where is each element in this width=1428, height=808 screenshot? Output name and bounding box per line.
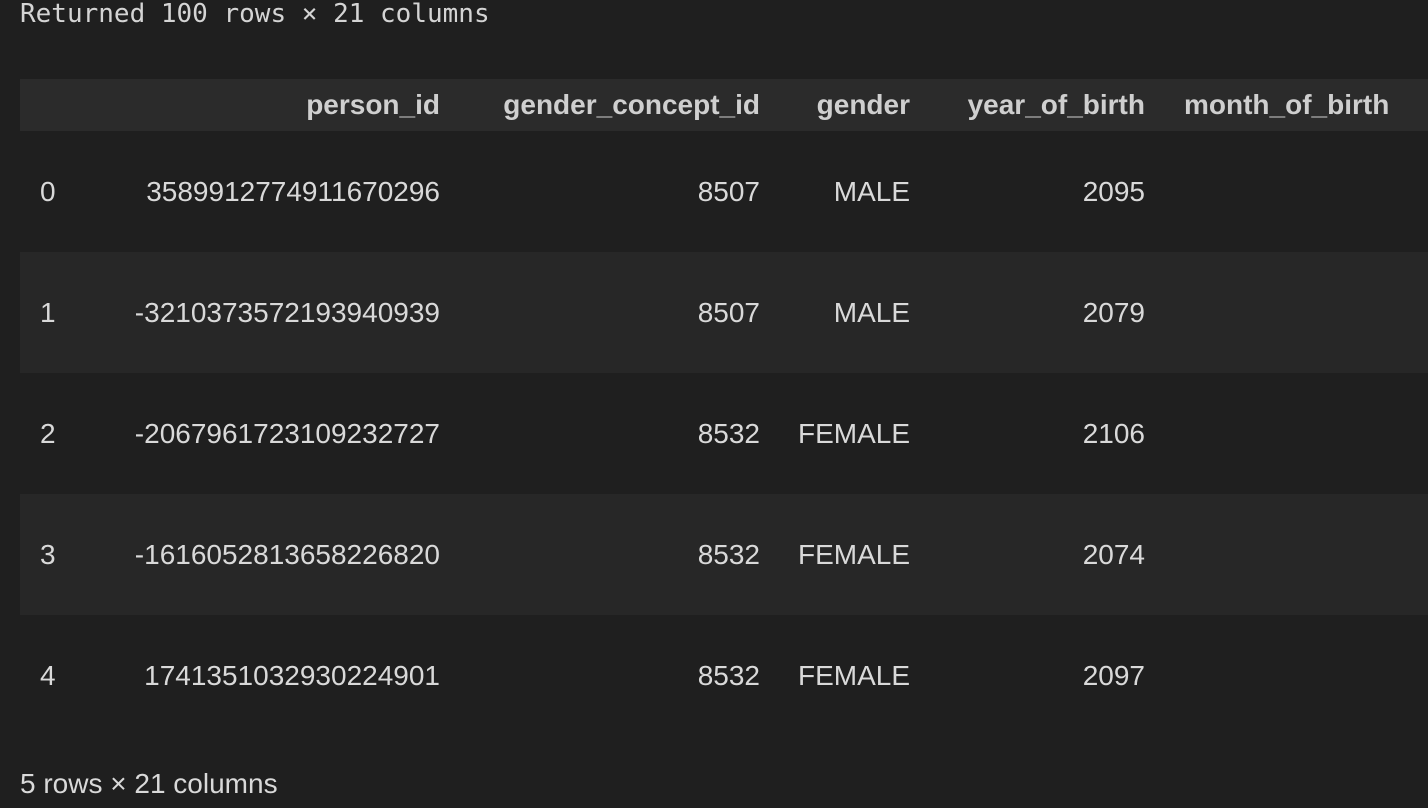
row-index: 0 (40, 175, 56, 207)
cell-year-of-birth: 2079 (1082, 296, 1145, 328)
cell-person-id: -1616052813658226820 (134, 538, 440, 570)
cell-year-of-birth: 2074 (1082, 538, 1145, 570)
cell-year-of-birth: 2106 (1082, 417, 1145, 449)
cell-person-id: 1741351032930224901 (144, 659, 440, 691)
cell-person-id: -3210373572193940939 (134, 296, 440, 328)
row-index: 1 (40, 296, 56, 328)
table-row: 2 -2067961723109232727 8532 FEMALE 2106 (20, 373, 1428, 494)
column-header-gender: gender (816, 89, 910, 120)
table-row: 0 3589912774911670296 8507 MALE 2095 (20, 131, 1428, 252)
cell-month-of-birth (1145, 615, 1428, 736)
column-header-person-id: person_id (306, 89, 440, 120)
query-summary: Returned 100 rows × 21 columns (20, 0, 490, 29)
column-header-month-of-birth: month_of_birth (1184, 89, 1390, 120)
cell-year-of-birth: 2097 (1082, 659, 1145, 691)
row-index: 4 (40, 659, 56, 691)
table-row: 3 -1616052813658226820 8532 FEMALE 2074 (20, 494, 1428, 615)
dataframe-table: person_id gender_concept_id gender year_… (20, 79, 1428, 736)
column-header-year-of-birth: year_of_birth (967, 89, 1145, 120)
table-row: 1 -3210373572193940939 8507 MALE 2079 (20, 252, 1428, 373)
cell-gender: FEMALE (797, 417, 910, 449)
cell-gender-concept-id: 8532 (697, 538, 760, 570)
cell-month-of-birth (1145, 252, 1428, 373)
table-row: 4 1741351032930224901 8532 FEMALE 2097 (20, 615, 1428, 736)
table-shape-footer: 5 rows × 21 columns (20, 768, 278, 799)
cell-month-of-birth (1145, 494, 1428, 615)
cell-gender: FEMALE (797, 538, 910, 570)
row-index: 3 (40, 538, 56, 570)
cell-gender: FEMALE (797, 659, 910, 691)
cell-gender-concept-id: 8532 (697, 659, 760, 691)
column-header-index (20, 79, 80, 131)
cell-gender-concept-id: 8507 (697, 296, 760, 328)
column-header-gender-concept-id: gender_concept_id (503, 89, 760, 120)
cell-month-of-birth (1145, 131, 1428, 252)
cell-gender: MALE (833, 296, 910, 328)
row-index: 2 (40, 417, 56, 449)
cell-month-of-birth (1145, 373, 1428, 494)
table-header-row: person_id gender_concept_id gender year_… (20, 79, 1428, 131)
cell-gender-concept-id: 8532 (697, 417, 760, 449)
cell-person-id: -2067961723109232727 (134, 417, 440, 449)
cell-person-id: 3589912774911670296 (146, 175, 440, 207)
cell-year-of-birth: 2095 (1082, 175, 1145, 207)
cell-gender-concept-id: 8507 (697, 175, 760, 207)
cell-gender: MALE (833, 175, 910, 207)
dataframe-table-container[interactable]: person_id gender_concept_id gender year_… (20, 79, 1428, 736)
